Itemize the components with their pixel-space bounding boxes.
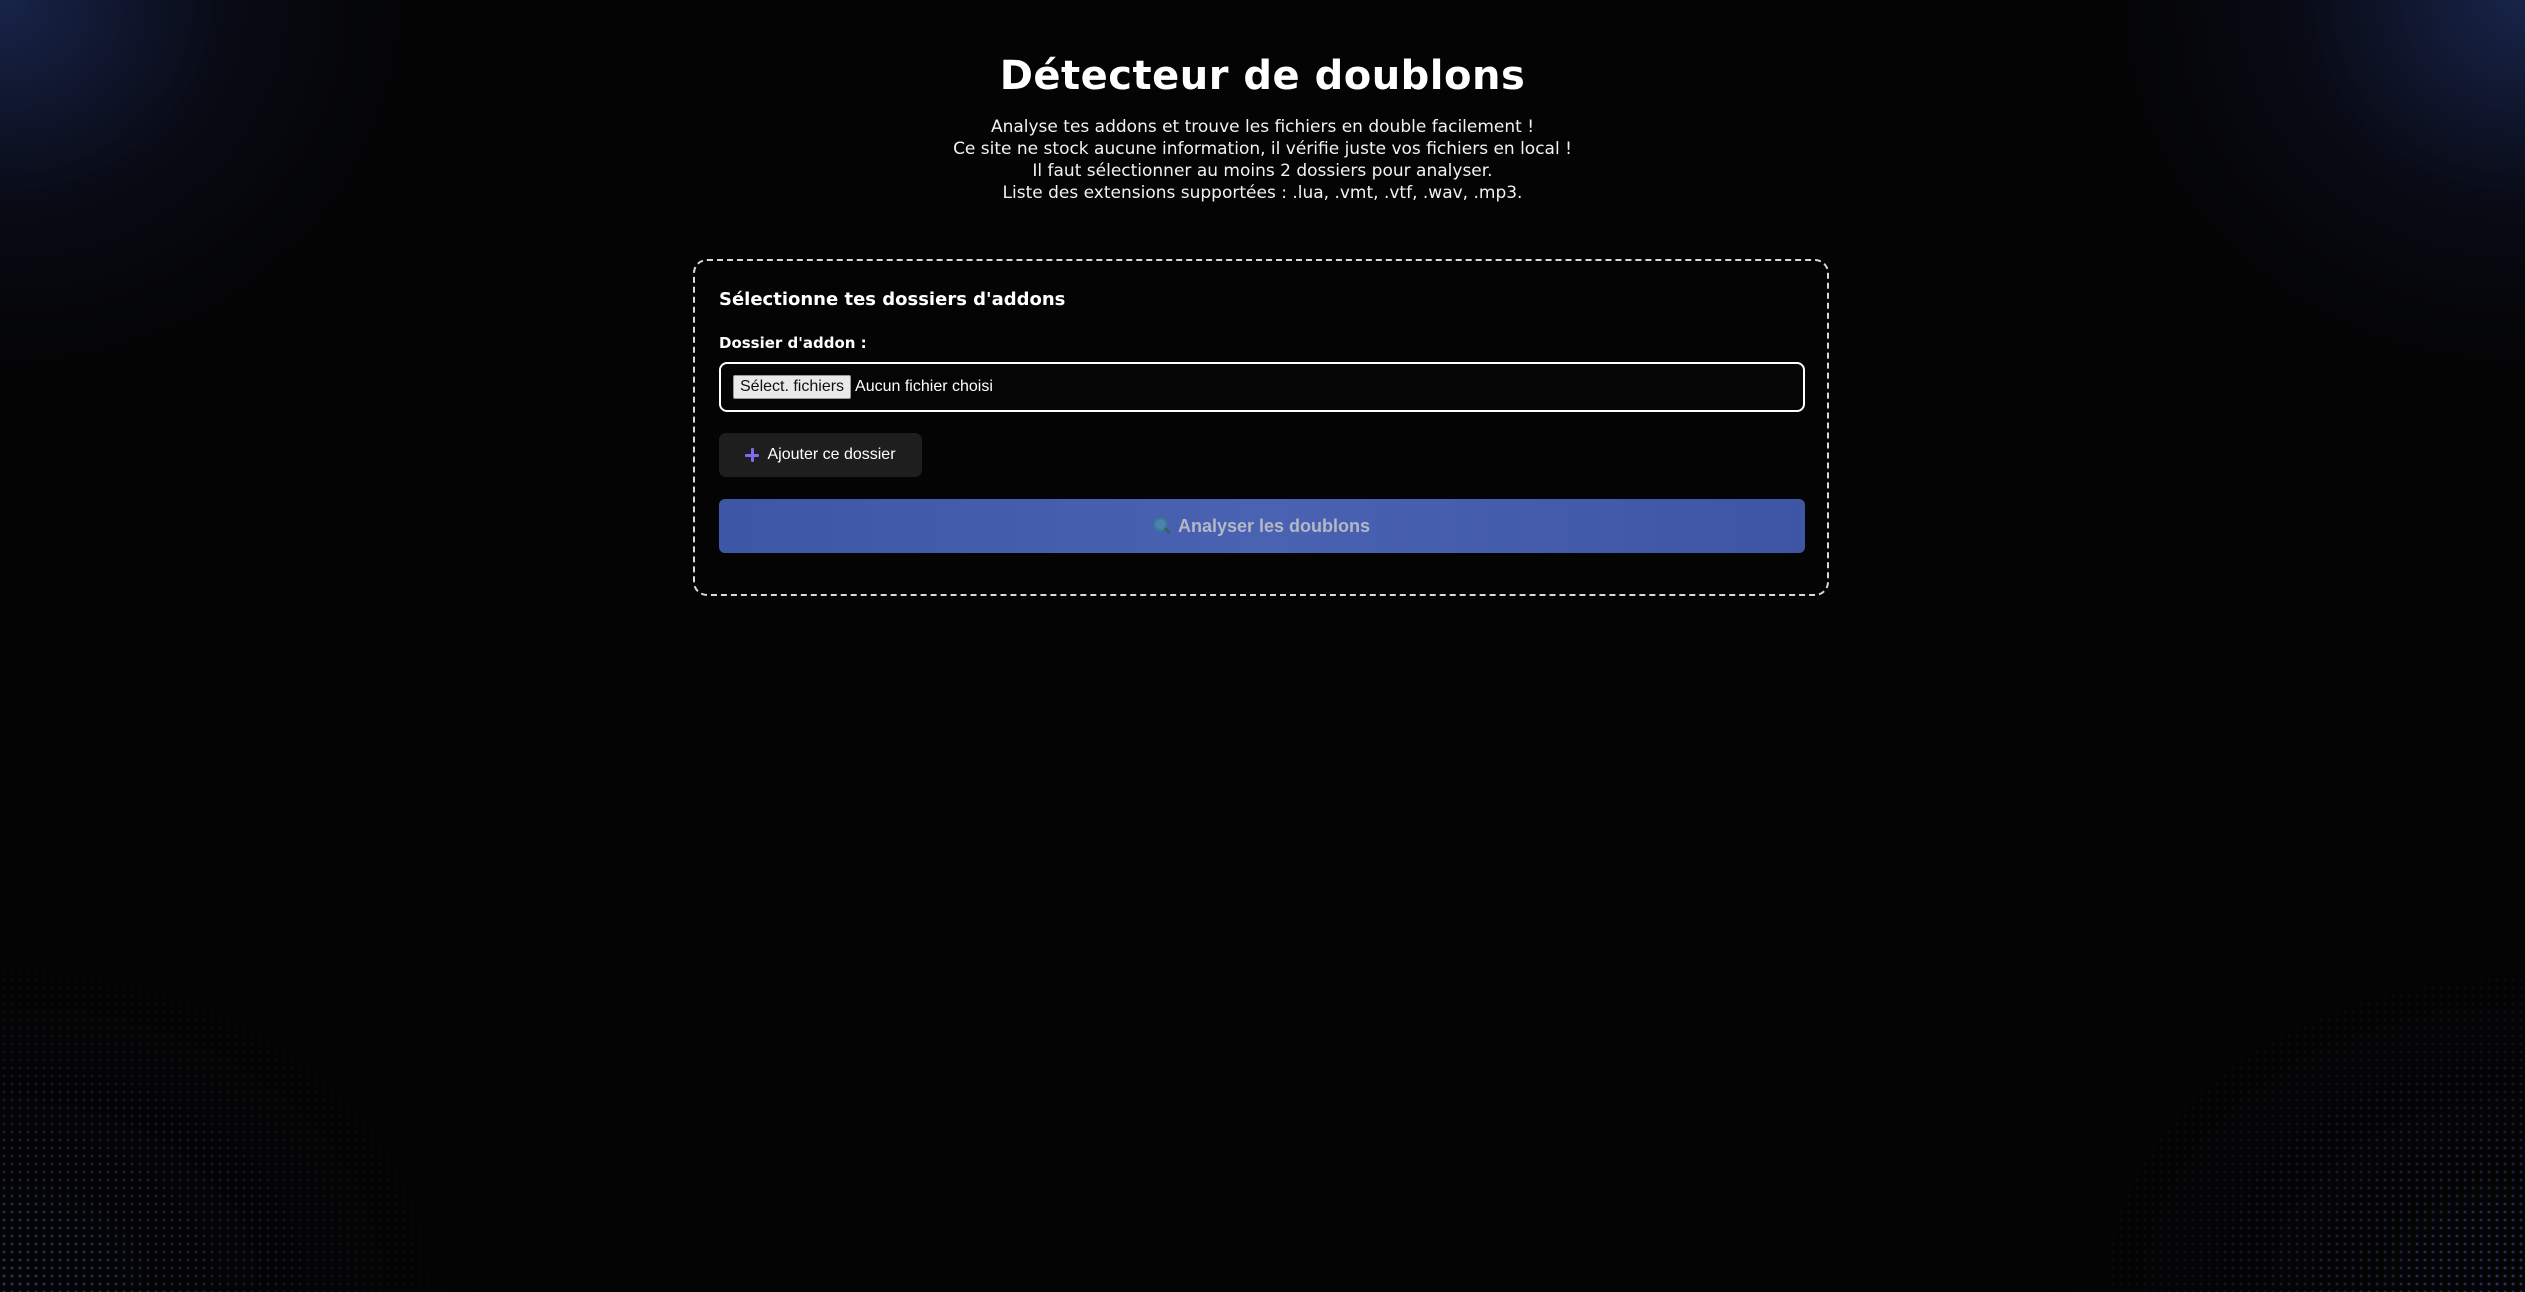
folder-field-label: Dossier d'addon : (719, 334, 867, 352)
description-line: Liste des extensions supportées : .lua, … (1002, 183, 1523, 203)
folder-file-input[interactable]: Sélect. fichiers Aucun fichier choisi (719, 362, 1805, 412)
description-line: Analyse tes addons et trouve les fichier… (990, 117, 1535, 137)
search-icon (1153, 518, 1172, 535)
add-folder-button[interactable]: Ajouter ce dossier (719, 433, 922, 477)
analyze-duplicates-label: Analyser les doublons (1177, 515, 1371, 536)
header: Détecteur de doublons Analyse tes addons… (0, 48, 2525, 204)
description-line: Il faut sélectionner au moins 2 dossiers… (1032, 161, 1493, 181)
file-status-text: Aucun fichier choisi (855, 378, 993, 395)
page-title: Détecteur de doublons (999, 53, 1526, 99)
add-folder-label: Ajouter ce dossier (767, 446, 896, 463)
card-title: Sélectionne tes dossiers d'addons (719, 289, 1066, 310)
plus-icon (745, 448, 760, 462)
description-line: Ce site ne stock aucune information, il … (953, 139, 1572, 159)
select-files-button[interactable]: Sélect. fichiers (733, 375, 852, 399)
page: Détecteur de doublons Analyse tes addons… (0, 0, 2525, 1292)
folder-selection-card: Sélectionne tes dossiers d'addons Dossie… (693, 259, 1829, 596)
page-description: Analyse tes addons et trouve les fichier… (0, 116, 2525, 204)
analyze-duplicates-button[interactable]: Analyser les doublons (719, 499, 1805, 553)
